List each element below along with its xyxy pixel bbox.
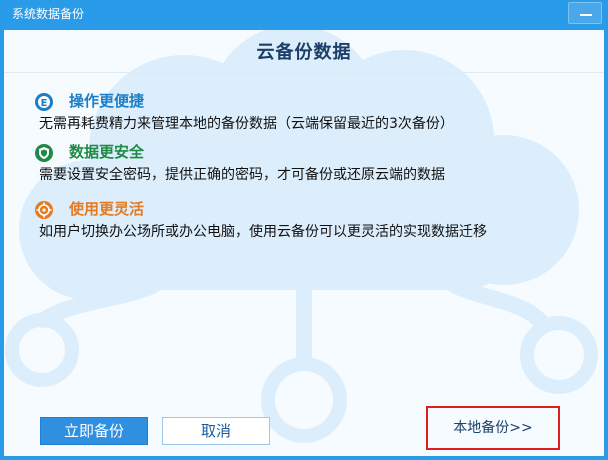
page-title: 云备份数据 bbox=[256, 42, 352, 63]
local-backup-highlight: 本地备份>> bbox=[426, 406, 560, 450]
svg-text:E: E bbox=[41, 98, 48, 109]
backup-now-button[interactable]: 立即备份 bbox=[40, 417, 148, 445]
flex-icon bbox=[35, 201, 53, 219]
shield-icon bbox=[35, 144, 53, 162]
feature-title: 使用更灵活 bbox=[69, 200, 145, 218]
title-bar: 系统数据备份 bbox=[0, 0, 608, 32]
local-backup-link[interactable]: 本地备份>> bbox=[428, 408, 558, 448]
dialog-content: 云备份数据 E 操作更便捷 无需再耗费精力来管理本地的备份数据（云端保留最近的3… bbox=[4, 30, 604, 456]
minimize-button[interactable] bbox=[568, 2, 602, 24]
title-divider bbox=[4, 72, 604, 73]
window-title: 系统数据备份 bbox=[12, 7, 85, 21]
feature-description: 无需再耗费精力来管理本地的备份数据（云端保留最近的3次备份） bbox=[39, 116, 454, 132]
minimize-icon bbox=[580, 14, 592, 16]
feature-title: 操作更便捷 bbox=[69, 92, 145, 110]
backup-dialog: 系统数据备份 云备份数据 E 操作更便捷 无需再耗费精力来管理本地的备份数据（云… bbox=[0, 0, 608, 460]
cancel-button[interactable]: 取消 bbox=[162, 417, 270, 445]
feature-title: 数据更安全 bbox=[69, 143, 145, 161]
e-icon: E bbox=[35, 93, 53, 111]
feature-description: 如用户切换办公场所或办公电脑，使用云备份可以更灵活的实现数据迁移 bbox=[39, 224, 487, 240]
feature-description: 需要设置安全密码，提供正确的密码，才可备份或还原云端的数据 bbox=[39, 167, 445, 183]
